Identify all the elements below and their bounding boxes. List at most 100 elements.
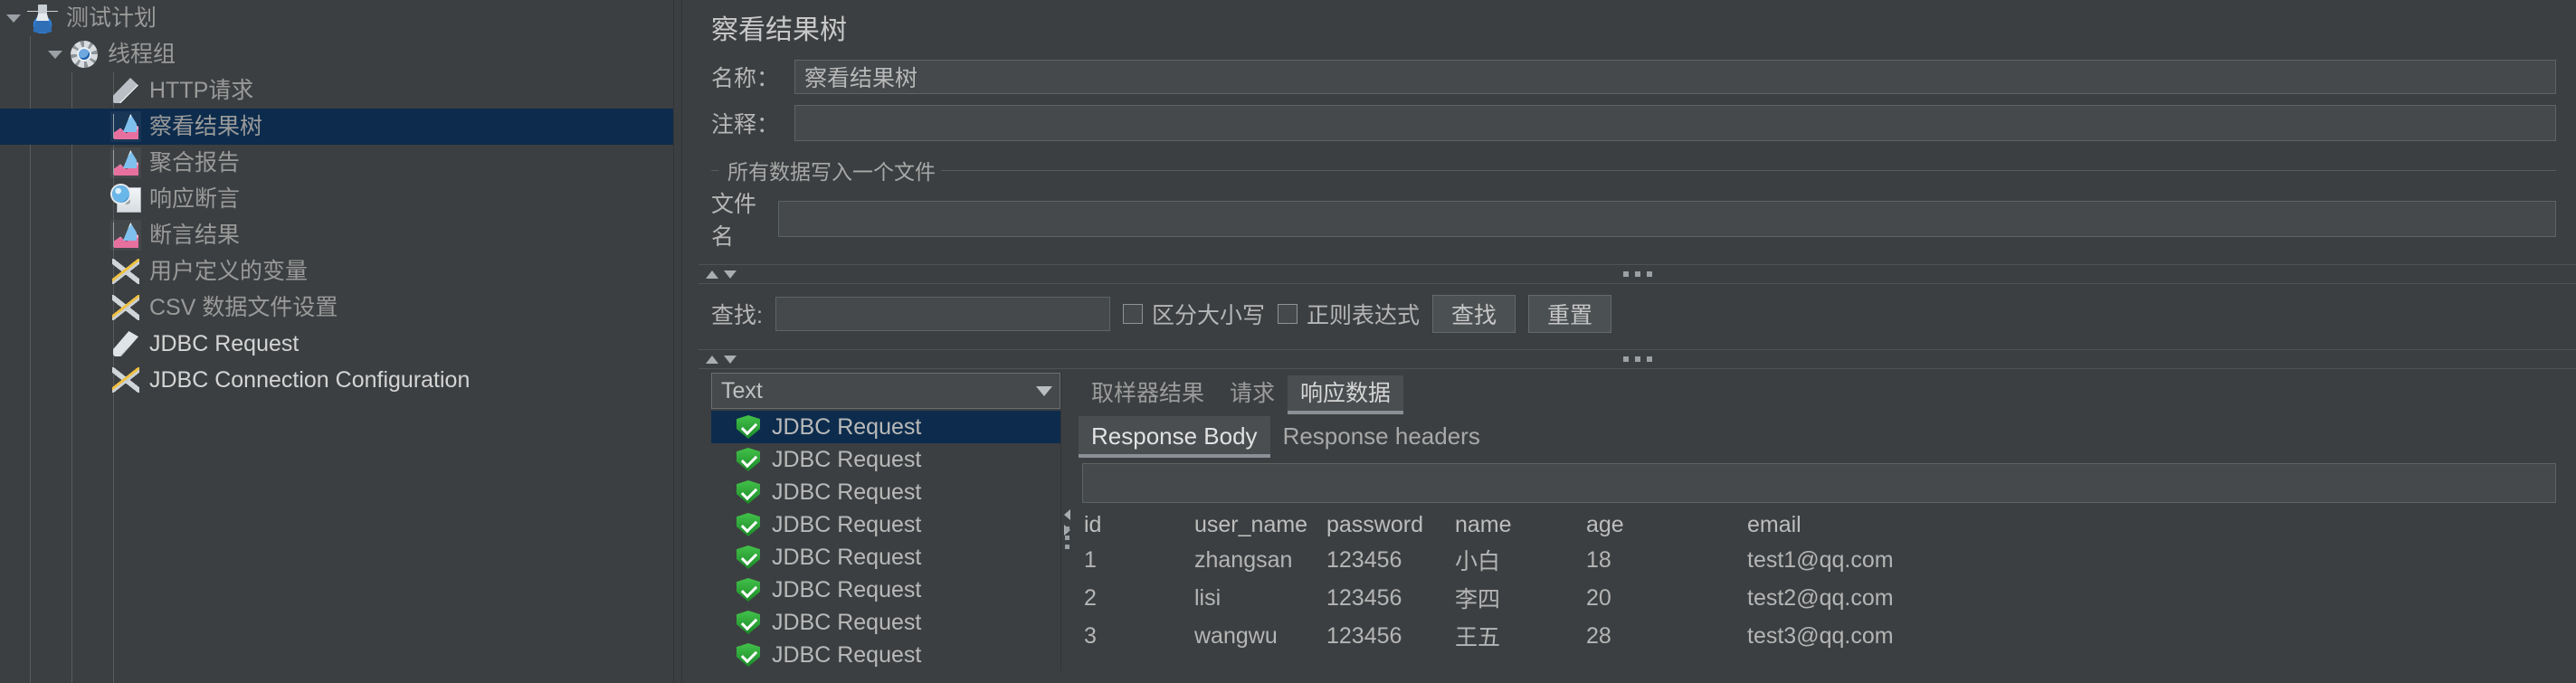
renderer-select[interactable]: Text (711, 373, 1060, 409)
test-plan-tree[interactable]: 测试计划 线程组 HTTP请求 察看结果树 聚合报告 响应断言 断言结果用户定义的变量 CSV… (0, 0, 673, 683)
table-cell: 123456 (1326, 584, 1402, 611)
tree-item-8[interactable]: CSV 数据文件设置 (0, 289, 673, 326)
upper-collapse-strip[interactable] (699, 264, 2576, 284)
column-header: user_name (1194, 512, 1308, 537)
success-shield-icon (737, 643, 760, 667)
success-shield-icon (737, 545, 760, 569)
tree-item-0[interactable]: 测试计划 (0, 0, 673, 36)
list-item[interactable]: JDBC Request (711, 639, 1060, 671)
tree-item-7[interactable]: 用户定义的变量 (0, 253, 673, 289)
result-detail-panel: 取样器结果 请求 响应数据 Response Body Response header… (1073, 373, 2576, 671)
tree-item-5[interactable]: 响应断言 (0, 181, 673, 217)
tree-item-label: JDBC Request (149, 330, 299, 356)
case-sensitive-checkbox[interactable]: 区分大小写 (1122, 298, 1265, 330)
table-cell: 3 (1084, 622, 1097, 649)
column-header: password (1326, 512, 1423, 537)
reset-button[interactable]: 重置 (1527, 295, 1611, 333)
lower-collapse-strip[interactable] (699, 349, 2576, 369)
collapse-up-icon-2[interactable] (706, 355, 718, 364)
pencil-icon (110, 75, 141, 106)
sample-result-list[interactable]: JDBC Request JDBC Request JDBC Request JDBC… (711, 411, 1060, 671)
chevron-down-icon[interactable] (0, 0, 27, 36)
tools-icon (110, 365, 141, 395)
list-item[interactable]: JDBC Request (711, 476, 1060, 508)
tools-icon (110, 292, 141, 323)
chevron-down-icon[interactable] (1036, 385, 1052, 396)
table-cell: lisi (1194, 584, 1221, 611)
filename-input[interactable] (778, 201, 2556, 237)
tree-item-3[interactable]: 察看结果树 (0, 109, 673, 145)
comment-row: 注释： (699, 100, 2576, 147)
regex-checkbox[interactable]: 正则表达式 (1277, 298, 1420, 330)
list-item[interactable]: JDBC Request (711, 606, 1060, 639)
tab-2[interactable]: 响应数据 (1288, 375, 1404, 414)
splitter-grip[interactable] (1622, 271, 1652, 277)
tree-item-label: 用户定义的变量 (149, 258, 309, 284)
name-row: 名称： (699, 54, 2576, 100)
name-input[interactable] (794, 60, 2556, 94)
response-search-field[interactable] (1082, 463, 2556, 503)
success-shield-icon (737, 578, 760, 602)
result-tabs[interactable]: 取样器结果 请求 响应数据 (1073, 373, 2576, 414)
list-item[interactable]: JDBC Request (711, 508, 1060, 541)
filename-label: 文件名 (711, 192, 757, 250)
collapse-up-icon[interactable] (706, 270, 718, 279)
tree-item-4[interactable]: 聚合报告 (0, 145, 673, 181)
jmeter-window: 测试计划 线程组 HTTP请求 察看结果树 聚合报告 响应断言 断言结果 用户定义的变量 CSV… (0, 0, 2576, 683)
collapse-down-icon[interactable] (724, 270, 737, 279)
page-title: 察看结果树 (711, 15, 847, 45)
tree-editor-splitter[interactable] (673, 0, 682, 683)
tree-item-1[interactable]: 线程组 (0, 36, 673, 72)
success-shield-icon (737, 611, 760, 634)
list-item[interactable]: JDBC Request (711, 443, 1060, 476)
magnifier-icon (110, 184, 141, 214)
comment-input[interactable] (794, 105, 2556, 141)
table-header-row: id user_name password name age email (1084, 510, 2556, 542)
find-button[interactable]: 查找 (1431, 295, 1516, 333)
column-header: id (1084, 512, 1102, 537)
table-cell: 123456 (1326, 546, 1402, 573)
success-shield-icon (737, 513, 760, 536)
results-list-panel: Text JDBC Request JDBC Request JDBC Reques… (699, 373, 1060, 671)
table-cell: test2@qq.com (1747, 584, 1894, 611)
list-item-label: JDBC Request (772, 576, 922, 602)
result-tree-editor: 察看结果树 名称： 注释： 所有数据写入一个文件 文件名 (682, 0, 2576, 683)
chevron-down-icon[interactable] (42, 36, 69, 72)
tree-item-2[interactable]: HTTP请求 (0, 72, 673, 109)
collapse-down-icon-2[interactable] (724, 355, 737, 364)
arrow-left-icon (1064, 508, 1070, 520)
response-subtabs[interactable]: Response Body Response headers (1073, 414, 2576, 458)
list-item[interactable]: JDBC Request (711, 574, 1060, 606)
search-input[interactable] (775, 297, 1110, 331)
tab-0[interactable]: 取样器结果 (1079, 375, 1217, 414)
table-cell: 1 (1084, 546, 1097, 573)
table-row: 1 zhangsan 123456 小白 18 test1@qq.com (1084, 542, 2556, 580)
list-item[interactable]: JDBC Request (711, 541, 1060, 574)
results-splitter[interactable] (1060, 373, 1073, 671)
list-item-label: JDBC Request (772, 511, 922, 537)
splitter-grip-3[interactable] (1065, 526, 1069, 549)
chart-icon (110, 220, 141, 251)
tree-item-6[interactable]: 断言结果 (0, 217, 673, 253)
subtab-1[interactable]: Response headers (1270, 416, 1493, 458)
list-item[interactable]: JDBC Request (711, 411, 1060, 443)
table-cell: 2 (1084, 584, 1097, 611)
tree-item-9[interactable]: JDBC Request (0, 326, 673, 362)
splitter-grip-2[interactable] (1622, 356, 1652, 362)
regex-box[interactable] (1277, 304, 1298, 324)
list-item-label: JDBC Request (772, 413, 922, 440)
subtab-0[interactable]: Response Body (1079, 416, 1270, 458)
tab-1[interactable]: 请求 (1217, 375, 1288, 414)
gear-icon (69, 39, 100, 70)
flask-icon (27, 3, 58, 33)
table-cell: zhangsan (1194, 546, 1293, 573)
case-sensitive-box[interactable] (1122, 304, 1143, 324)
table-cell: 王五 (1455, 625, 1501, 650)
tree-item-10[interactable]: JDBC Connection Configuration (0, 362, 673, 398)
